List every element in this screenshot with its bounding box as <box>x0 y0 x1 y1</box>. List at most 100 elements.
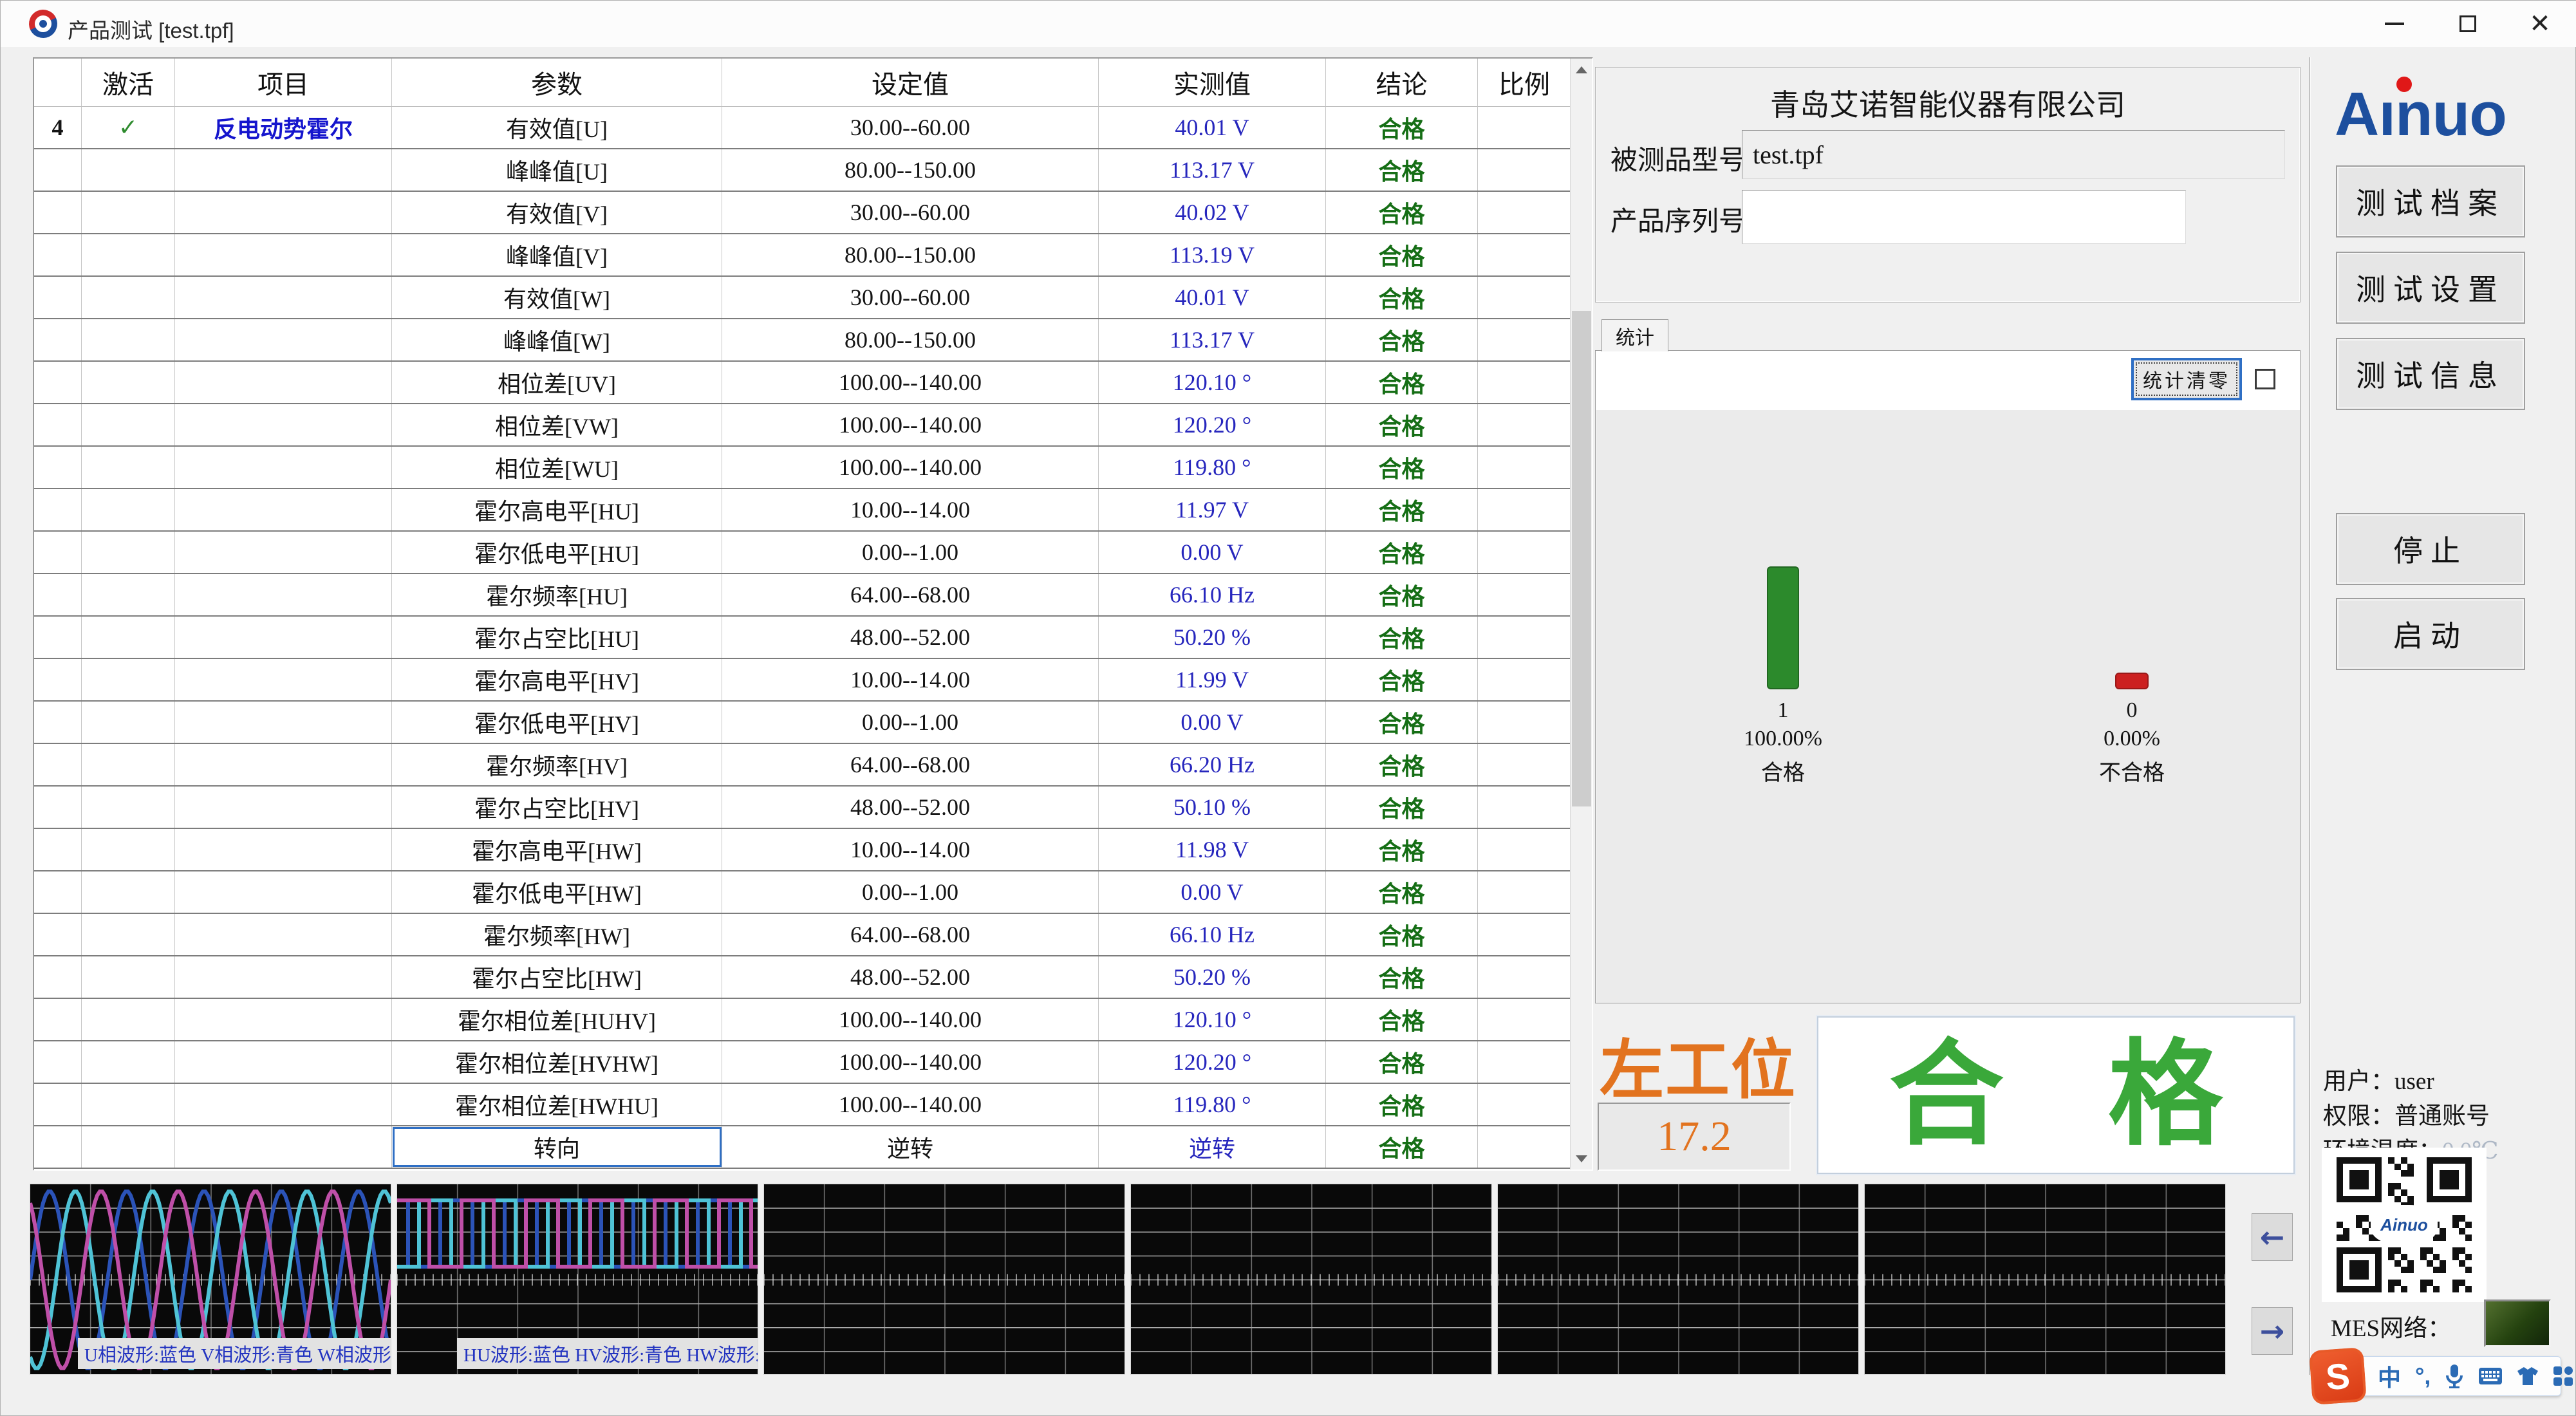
parameter-cell[interactable]: 霍尔相位差[HWHU] <box>392 1084 722 1125</box>
ratio-cell[interactable] <box>1478 999 1571 1040</box>
table-row[interactable]: 4✓反电动势霍尔有效值[U]30.00--60.0040.01 V合格 <box>34 107 1571 149</box>
item-cell[interactable] <box>175 871 392 913</box>
clear-statistics-button[interactable]: 统计清零 <box>2131 358 2242 400</box>
keyboard-icon[interactable] <box>2478 1367 2503 1385</box>
close-button[interactable]: ✕ <box>2512 1 2568 47</box>
conclusion-cell[interactable]: 合格 <box>1326 447 1478 488</box>
skin-icon[interactable] <box>2517 1366 2539 1386</box>
measured-value-cell[interactable]: 120.20 ° <box>1099 1041 1326 1083</box>
ratio-cell[interactable] <box>1478 744 1571 785</box>
conclusion-cell[interactable]: 合格 <box>1326 362 1478 403</box>
test-info-button[interactable]: 测试信息 <box>2336 338 2525 410</box>
measured-value-cell[interactable]: 113.19 V <box>1099 234 1326 275</box>
conclusion-cell[interactable]: 合格 <box>1326 234 1478 275</box>
ratio-cell[interactable] <box>1478 362 1571 403</box>
item-cell[interactable] <box>175 829 392 870</box>
parameter-cell[interactable]: 有效值[W] <box>392 277 722 318</box>
item-cell[interactable] <box>175 574 392 615</box>
table-row[interactable]: 霍尔频率[HU]64.00--68.0066.10 Hz合格 <box>34 574 1571 617</box>
active-cell[interactable] <box>82 659 175 700</box>
item-cell[interactable] <box>175 914 392 955</box>
parameter-cell[interactable]: 相位差[VW] <box>392 404 722 445</box>
table-row[interactable]: 有效值[V]30.00--60.0040.02 V合格 <box>34 192 1571 234</box>
row-number-cell[interactable] <box>34 956 82 998</box>
ratio-cell[interactable] <box>1478 149 1571 191</box>
row-number-cell[interactable] <box>34 532 82 573</box>
row-number-cell[interactable] <box>34 871 82 913</box>
table-row[interactable]: 峰峰值[U]80.00--150.00113.17 V合格 <box>34 149 1571 192</box>
set-value-cell[interactable]: 100.00--140.00 <box>722 1041 1099 1083</box>
item-cell[interactable] <box>175 319 392 360</box>
row-number-cell[interactable] <box>34 659 82 700</box>
start-button[interactable]: 启动 <box>2336 598 2525 670</box>
conclusion-cell[interactable]: 合格 <box>1326 787 1478 828</box>
active-cell[interactable] <box>82 1041 175 1083</box>
parameter-cell[interactable]: 峰峰值[V] <box>392 234 722 275</box>
ratio-cell[interactable] <box>1478 914 1571 955</box>
parameter-cell[interactable]: 相位差[WU] <box>392 447 722 488</box>
item-cell[interactable] <box>175 617 392 658</box>
parameter-cell[interactable]: 霍尔相位差[HUHV] <box>392 999 722 1040</box>
serial-input[interactable] <box>1742 190 2186 244</box>
table-row[interactable]: 霍尔相位差[HUHV]100.00--140.00120.10 °合格 <box>34 999 1571 1041</box>
set-value-cell[interactable]: 100.00--140.00 <box>722 1084 1099 1125</box>
item-cell[interactable] <box>175 1041 392 1083</box>
minimize-button[interactable] <box>2367 1 2422 47</box>
table-row[interactable]: 峰峰值[V]80.00--150.00113.19 V合格 <box>34 234 1571 277</box>
table-row[interactable]: 霍尔相位差[HWHU]100.00--140.00119.80 °合格 <box>34 1084 1571 1126</box>
active-cell[interactable] <box>82 1084 175 1125</box>
waveform-next-button[interactable]: → <box>2252 1307 2293 1355</box>
ratio-cell[interactable] <box>1478 871 1571 913</box>
set-value-cell[interactable]: 10.00--14.00 <box>722 489 1099 530</box>
measured-value-cell[interactable]: 66.10 Hz <box>1099 914 1326 955</box>
measured-value-cell[interactable]: 119.80 ° <box>1099 447 1326 488</box>
row-number-cell[interactable] <box>34 447 82 488</box>
active-cell[interactable] <box>82 914 175 955</box>
measured-value-cell[interactable]: 50.20 % <box>1099 956 1326 998</box>
table-row[interactable]: 有效值[W]30.00--60.0040.01 V合格 <box>34 277 1571 319</box>
row-number-cell[interactable] <box>34 829 82 870</box>
active-cell[interactable]: ✓ <box>82 107 175 148</box>
ratio-cell[interactable] <box>1478 787 1571 828</box>
restore-button[interactable] <box>2440 1 2496 47</box>
sogou-logo-icon[interactable]: S <box>2309 1347 2367 1405</box>
row-number-cell[interactable] <box>34 744 82 785</box>
measured-value-cell[interactable]: 113.17 V <box>1099 149 1326 191</box>
row-number-cell[interactable] <box>34 362 82 403</box>
test-settings-button[interactable]: 测试设置 <box>2336 252 2525 324</box>
conclusion-cell[interactable]: 合格 <box>1326 1126 1478 1168</box>
conclusion-cell[interactable]: 合格 <box>1326 744 1478 785</box>
active-cell[interactable] <box>82 1126 175 1168</box>
row-number-cell[interactable] <box>34 489 82 530</box>
item-cell[interactable] <box>175 532 392 573</box>
set-value-cell[interactable]: 64.00--68.00 <box>722 574 1099 615</box>
active-cell[interactable] <box>82 404 175 445</box>
ratio-cell[interactable] <box>1478 319 1571 360</box>
set-value-cell[interactable]: 48.00--52.00 <box>722 956 1099 998</box>
active-cell[interactable] <box>82 277 175 318</box>
table-row[interactable]: 霍尔高电平[HU]10.00--14.0011.97 V合格 <box>34 489 1571 532</box>
row-number-cell[interactable] <box>34 999 82 1040</box>
set-value-cell[interactable]: 100.00--140.00 <box>722 999 1099 1040</box>
measured-value-cell[interactable]: 120.20 ° <box>1099 404 1326 445</box>
measured-value-cell[interactable]: 119.80 ° <box>1099 1084 1326 1125</box>
scroll-up-icon[interactable] <box>1571 59 1592 80</box>
active-cell[interactable] <box>82 744 175 785</box>
set-value-cell[interactable]: 48.00--52.00 <box>722 617 1099 658</box>
conclusion-cell[interactable]: 合格 <box>1326 489 1478 530</box>
ratio-cell[interactable] <box>1478 489 1571 530</box>
measured-value-cell[interactable]: 逆转 <box>1099 1126 1326 1168</box>
set-value-cell[interactable]: 100.00--140.00 <box>722 362 1099 403</box>
ratio-cell[interactable] <box>1478 234 1571 275</box>
parameter-cell[interactable]: 霍尔占空比[HU] <box>392 617 722 658</box>
row-number-cell[interactable] <box>34 1041 82 1083</box>
table-row[interactable]: 霍尔占空比[HU]48.00--52.0050.20 %合格 <box>34 617 1571 659</box>
conclusion-cell[interactable]: 合格 <box>1326 404 1478 445</box>
row-number-cell[interactable] <box>34 574 82 615</box>
item-cell[interactable]: 反电动势霍尔 <box>175 107 392 148</box>
ratio-cell[interactable] <box>1478 956 1571 998</box>
measured-value-cell[interactable]: 40.01 V <box>1099 277 1326 318</box>
active-cell[interactable] <box>82 574 175 615</box>
measured-value-cell[interactable]: 66.20 Hz <box>1099 744 1326 785</box>
item-cell[interactable] <box>175 404 392 445</box>
